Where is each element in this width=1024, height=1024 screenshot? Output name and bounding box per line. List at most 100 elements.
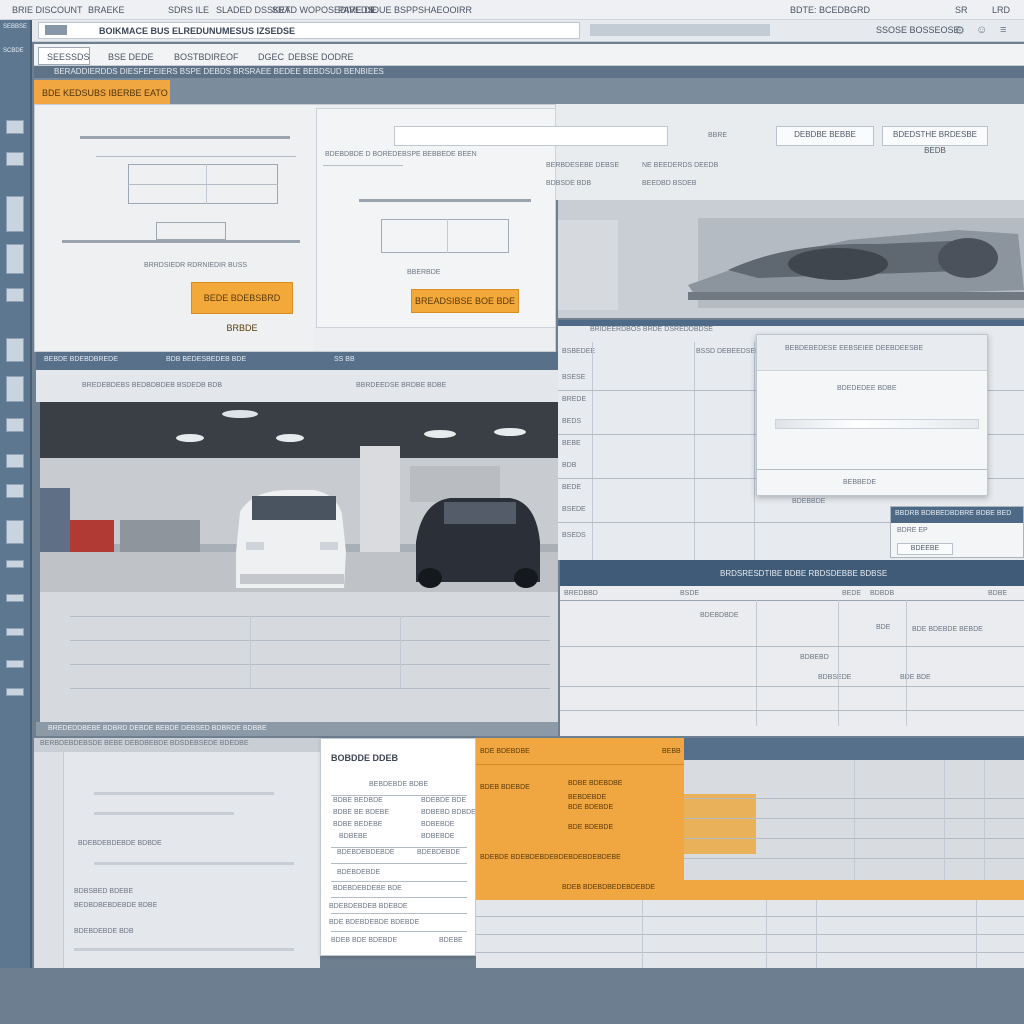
list-item[interactable]: BDEBDEBDEBDE BDBDE <box>78 840 162 847</box>
receipt-value: BDBEBDE <box>421 833 455 840</box>
bottom-right-table <box>476 900 1024 968</box>
card-row: BDE BDEBDE <box>568 824 614 831</box>
modal-title: BEBDEBEDESE EEBSEIEE DEEBDEESBE <box>785 345 924 352</box>
calendar-icon[interactable] <box>6 454 24 468</box>
card-divider <box>476 764 684 765</box>
search-input[interactable] <box>394 126 668 146</box>
table-row-divider <box>560 600 1024 601</box>
section-bar-text: BERADDIERDDS DIESFEFEIERS BSPE DEBDS BRS… <box>54 67 384 76</box>
table-divider <box>694 342 695 560</box>
garage-header: BEBDE BDEBDBREDE BDB BEDESBEDEB BDE SS B… <box>36 352 558 370</box>
blueprint-shape <box>381 219 509 253</box>
user-icon[interactable]: ☺ <box>976 24 987 36</box>
tab[interactable]: DGEC <box>258 52 284 62</box>
list-item[interactable]: BEDBDBEBDEBDE BDBE <box>74 902 157 909</box>
nav-dot-icon[interactable] <box>6 688 24 696</box>
table-cell: BDE BDEBDE BEBDE <box>912 626 983 633</box>
info-box: BBDRB BDBBEDBDBRE BDBE BED BDRE EP BDEEB… <box>890 506 1024 558</box>
document-icon[interactable] <box>6 196 24 232</box>
info-box-title: BBDRB BDBBEDBDBRE BDBE BED <box>895 510 1012 517</box>
bottom-left-panel: BERBDEBDEBSDE BEBE DEBDBEBDE BDSDEBSEDE … <box>34 738 320 968</box>
tab[interactable]: BOSTBDIREOF <box>174 52 239 62</box>
table-divider <box>592 342 593 560</box>
table-cell: BREDE <box>562 396 587 403</box>
table-row-divider <box>70 640 550 641</box>
gear-icon[interactable]: ⚙ <box>955 24 965 37</box>
panel-header: BERBDEBDEBSDE BEBE DEBDBEBDE BDSDEBSEDE … <box>40 740 249 747</box>
folder-icon[interactable] <box>6 152 24 166</box>
garage-footer-table <box>40 592 558 722</box>
home-icon[interactable] <box>6 120 24 134</box>
sidebar: SEBBSE SCBDE <box>0 20 32 968</box>
receipt-divider <box>331 863 467 864</box>
info-box-button[interactable]: BDEEBE <box>897 543 953 555</box>
table-divider <box>906 600 907 726</box>
tab[interactable]: BSE DEDE <box>108 52 154 62</box>
blueprint-shape <box>156 222 226 240</box>
menu-item[interactable]: SDRS ILE <box>168 5 209 15</box>
chart-icon[interactable] <box>6 244 24 274</box>
tab[interactable]: DEBSE DODRE <box>288 52 354 62</box>
menu-item[interactable]: BRAEKE <box>88 5 125 15</box>
sidebar-title: SEBBSE <box>3 24 28 30</box>
section-bar: BERADDIERDDS DIESFEFEIERS BSPE DEBDS BRS… <box>34 66 1024 78</box>
table-divider <box>838 600 839 726</box>
nav-dot-icon[interactable] <box>6 660 24 668</box>
row-gutter <box>34 752 64 968</box>
sidebar-subtitle: SCBDE <box>3 48 24 54</box>
title-field[interactable]: BOIKMACE BUS ELREDUNUMESUS IZSEDSE <box>38 22 580 39</box>
tool-icon[interactable] <box>6 288 24 302</box>
modal-footer[interactable]: BEBBEDE <box>843 479 876 486</box>
table-row-divider <box>476 934 1024 935</box>
receipt-divider <box>331 795 467 796</box>
table-row-divider <box>560 646 1024 647</box>
orange-tab[interactable]: BDE KEDSUBS IBERBE EATO <box>34 80 170 106</box>
settings-icon[interactable] <box>6 418 24 432</box>
garage-header-text: BEBDE BDEBDBREDE <box>44 356 118 363</box>
form-button[interactable]: DEBDBE BEBBE <box>776 126 874 146</box>
nav-dot-icon[interactable] <box>6 594 24 602</box>
receipt-divider <box>331 913 467 914</box>
menu-item[interactable]: SR <box>955 5 968 15</box>
menu-item[interactable]: IDUE BSPP <box>370 5 418 15</box>
table-cell: BDBEBD <box>800 654 829 661</box>
form-label: BBRE <box>708 132 728 139</box>
menu-item[interactable]: SHAEOOIRR <box>418 5 472 15</box>
drawing-right-button[interactable]: BREADSIBSE BOE BDE <box>411 289 519 313</box>
list-item[interactable]: BDEBDEBDE BDB <box>74 928 134 935</box>
table-cell: BDBSEDE <box>818 674 852 681</box>
menu-icon[interactable]: ≡ <box>1000 24 1006 36</box>
card-link[interactable]: BEBB <box>662 748 681 755</box>
list-icon[interactable] <box>6 338 24 362</box>
report-icon[interactable] <box>6 484 24 498</box>
menu-item[interactable]: LRD <box>992 5 1010 15</box>
receipt-value: BDBEBD BDBDE <box>421 809 476 816</box>
table-cell: BDEBBDE <box>792 498 826 505</box>
receipt-subtitle: BEBDEBDE BDBE <box>369 781 429 788</box>
table-divider <box>854 760 855 880</box>
form-button[interactable]: BDEDSTHE BRDESBE BEDB <box>882 126 988 155</box>
bottom-right-panel <box>684 738 1024 880</box>
table-cell: BEBE <box>562 440 581 447</box>
table-cell: BSEDS <box>562 532 586 539</box>
orange-summary-card: BDE BDEBDBE BEBB BDBE BDEBDBE BDEB BDEBD… <box>476 738 684 898</box>
highlight-block <box>684 794 756 854</box>
list-item[interactable]: BDBSBED BDEBE <box>74 888 133 895</box>
inventory-icon[interactable] <box>6 520 24 544</box>
nav-dot-icon[interactable] <box>6 628 24 636</box>
car-part-illustration <box>558 200 1024 318</box>
menu-item[interactable]: BRIE DISCOUNT <box>12 5 83 15</box>
table-divider <box>250 616 251 688</box>
table-divider <box>984 760 985 880</box>
nav-dot-icon[interactable] <box>6 560 24 568</box>
table-divider <box>816 900 817 968</box>
card-label: BDBE BDEBDBE <box>568 780 623 787</box>
table-row-divider <box>70 688 550 689</box>
tab-active[interactable]: SEESSDS <box>38 47 90 65</box>
receipt-divider <box>331 847 467 848</box>
drawing-line <box>447 219 448 253</box>
drawing-line <box>80 136 290 139</box>
drawing-action-button[interactable]: BEDE BDEBSBRD BRBDE <box>191 282 293 333</box>
drawing-caption-right: BBERBDE <box>407 269 441 276</box>
car-icon[interactable] <box>6 376 24 402</box>
